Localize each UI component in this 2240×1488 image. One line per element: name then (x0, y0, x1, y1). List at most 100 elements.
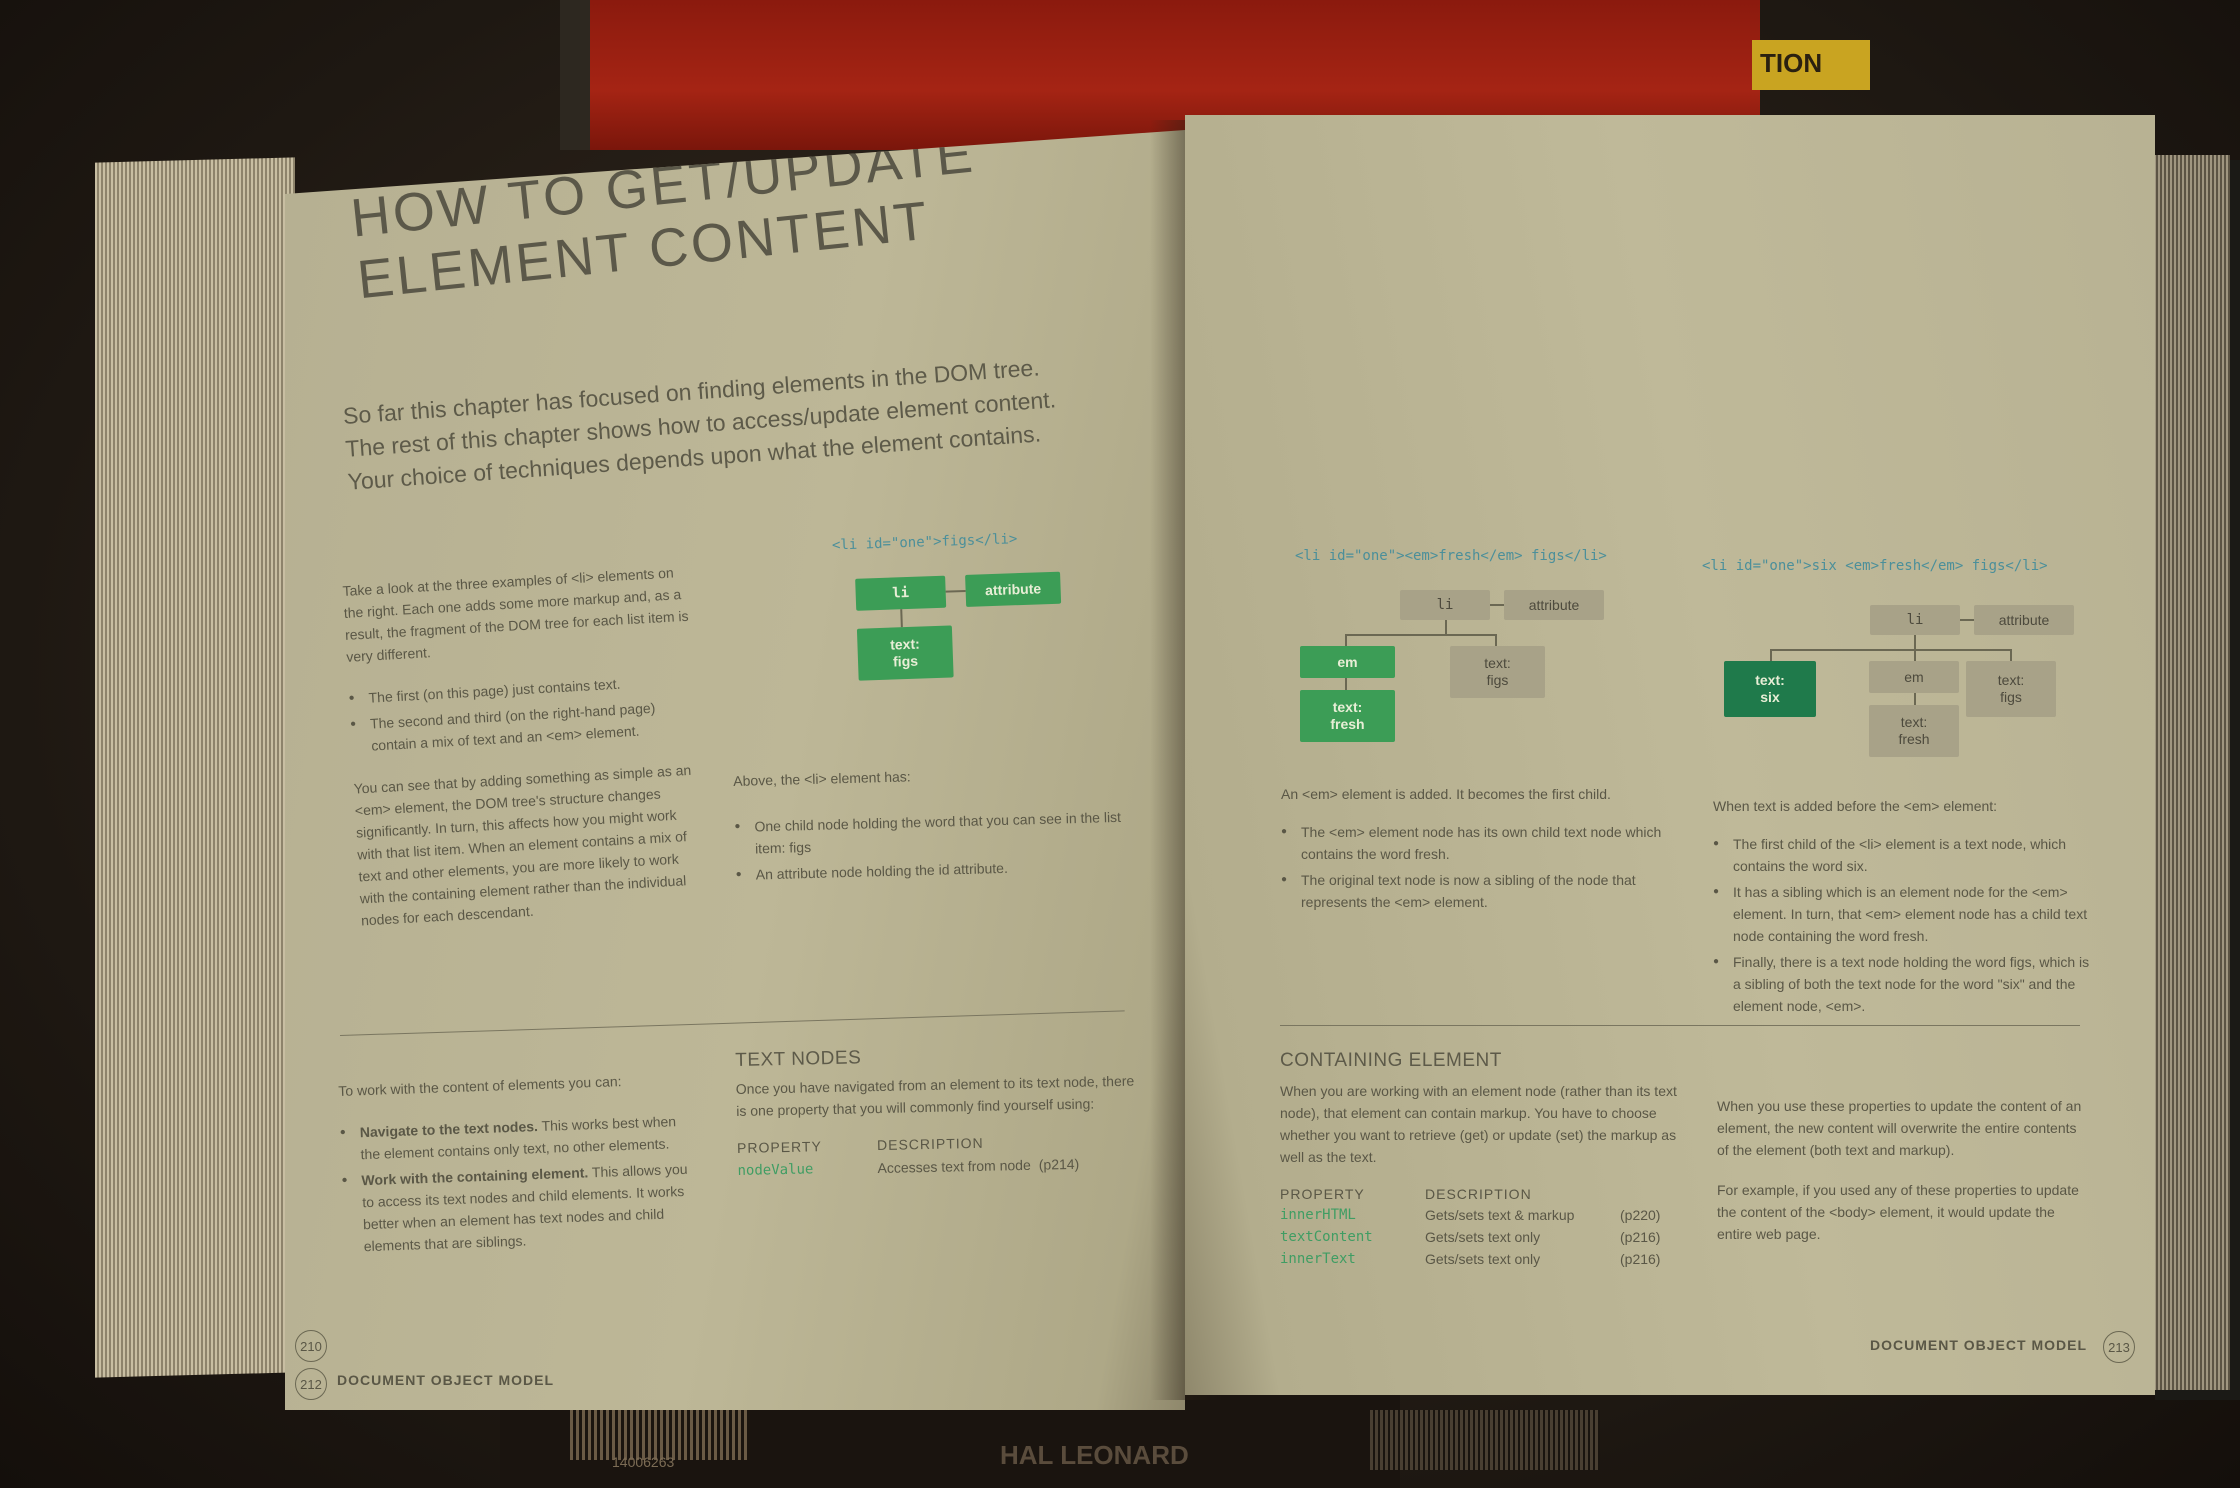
page-footer-label: DOCUMENT OBJECT MODEL (337, 1372, 554, 1388)
page-number: 213 (2103, 1331, 2135, 1363)
node-text-figs: text: figs (1966, 661, 2056, 717)
property-header: PROPERTY (1280, 1186, 1365, 1202)
dom-diagram-fresh-figs: <li id="one"><em>fresh</em> figs</li> li… (1285, 545, 1685, 745)
work-bullet-bold: Work with the containing element. (361, 1164, 589, 1189)
node-text-label: text: fresh (1330, 699, 1365, 732)
node-li: li (855, 575, 947, 611)
property-ref: (p220) (1620, 1207, 1661, 1223)
property-name: innerText (1280, 1251, 1356, 1267)
publisher-text: HAL LEONARD (1000, 1440, 1189, 1470)
barcode-secondary (1370, 1410, 1600, 1470)
connector (1345, 634, 1495, 636)
connector (945, 589, 966, 593)
example3-bullet: Finally, there is a text node holding th… (1713, 951, 2093, 1017)
node-text-label: text: figs (1997, 672, 2025, 705)
section-divider (1280, 1025, 2080, 1026)
property-name: innerHTML (1280, 1207, 1356, 1223)
right-page: <li id="one"><em>fresh</em> figs</li> li… (1185, 115, 2155, 1395)
node-text-fresh: text: fresh (1300, 690, 1395, 742)
page-number: 212 (295, 1368, 327, 1400)
node-em-label: em (1337, 653, 1358, 670)
node-em: em (1869, 661, 1959, 693)
work-bullet: Work with the containing element. This a… (341, 1158, 699, 1258)
dom-diagram-figs: <li id="one">figs</li> li attribute text… (812, 525, 1119, 735)
node-text-label: text: (889, 635, 921, 653)
page-footer-label: DOCUMENT OBJECT MODEL (1870, 1337, 2087, 1353)
above-bullet: One child node holding the word that you… (734, 806, 1135, 860)
photo-scene: TION 14006263 HAL LEONARD HOW TO GET/UPD… (0, 0, 2240, 1488)
explanation-column: Take a look at the three examples of <li… (342, 561, 706, 932)
example2-bullet: The <em> element node has its own child … (1281, 821, 1681, 865)
example2-bullet: The original text node is now a sibling … (1281, 869, 1681, 913)
section-divider (340, 1010, 1125, 1036)
containing-element-section: CONTAINING ELEMENT When you are working … (1280, 1050, 1690, 1270)
description-header: DESCRIPTION (876, 1134, 984, 1154)
property-desc: Gets/sets text & markup (1425, 1207, 1575, 1223)
example3-bullet: The first child of the <li> element is a… (1713, 833, 2093, 877)
node-attribute-label: attribute (1998, 611, 2050, 628)
node-attribute: attribute (1974, 605, 2074, 635)
connector (1770, 649, 1772, 661)
node-text-label: text: six (1755, 672, 1785, 705)
connector (1490, 604, 1504, 606)
connector (1770, 649, 2010, 651)
example2-notes: An <em> element is added. It becomes the… (1281, 783, 1681, 917)
dom-diagram-six-fresh-figs: <li id="one">six <em>fresh</em> figs</li… (1702, 555, 2102, 775)
connector (900, 609, 903, 628)
node-li-label: li (1436, 596, 1454, 613)
page-number-under: 210 (295, 1330, 327, 1362)
node-text-figs: text: figs (856, 625, 954, 681)
node-text-label: text: figs (1484, 655, 1511, 688)
explanation-paragraph: Take a look at the three examples of <li… (342, 564, 689, 665)
work-bullet-bold: Navigate to the text nodes. (359, 1118, 539, 1141)
property-name: textContent (1280, 1229, 1373, 1245)
property-row: innerHTML Gets/sets text & markup (p220) (1280, 1204, 1690, 1226)
property-ref: (p216) (1620, 1229, 1661, 1245)
node-li-label: li (1906, 611, 1924, 628)
diagram-code: <li id="one">six <em>fresh</em> figs</li… (1702, 558, 2048, 574)
connector (1495, 634, 1497, 646)
property-name: nodeValue (737, 1161, 814, 1179)
connector (1914, 635, 1916, 649)
above-column: Above, the <li> element has: One child n… (733, 760, 1136, 890)
work-bullet: Navigate to the text nodes. This works b… (339, 1110, 695, 1166)
connector (1445, 620, 1447, 634)
node-text-six: text: six (1724, 661, 1816, 717)
property-table-header: PROPERTY DESCRIPTION (1280, 1186, 1690, 1202)
description-header: DESCRIPTION (1425, 1186, 1532, 1202)
property-desc: Accesses text from node (877, 1156, 1031, 1177)
example3-notes: When text is added before the <em> eleme… (1713, 795, 2093, 1021)
connector (1345, 634, 1347, 646)
example3-bullet: It has a sibling which is an element nod… (1713, 881, 2093, 947)
node-text-fresh: text: fresh (1869, 705, 1959, 757)
connector (1345, 678, 1347, 690)
node-li: li (1400, 590, 1490, 620)
connector (2010, 649, 2012, 661)
node-text-label: text: fresh (1898, 714, 1930, 747)
diagram-code: <li id="one">figs</li> (831, 531, 1018, 554)
example2-caption: An <em> element is added. It becomes the… (1281, 786, 1611, 802)
update-notes: When you use these properties to update … (1717, 1095, 2087, 1245)
property-ref: (p214) (1038, 1155, 1080, 1173)
node-text-figs: text: figs (1450, 646, 1545, 698)
node-em-label: em (1904, 668, 1924, 685)
page-title: HOW TO GET/UPDATE ELEMENT CONTENT (348, 130, 985, 311)
example3-caption: When text is added before the <em> eleme… (1713, 798, 1998, 814)
text-nodes-section: TEXT NODES Once you have navigated from … (735, 1042, 1138, 1182)
node-li-label: li (891, 584, 910, 602)
page-stack-left (95, 157, 295, 1378)
text-nodes-heading: TEXT NODES (735, 1047, 862, 1071)
property-header: PROPERTY (736, 1138, 822, 1156)
property-row: textContent Gets/sets text only (p216) (1280, 1226, 1690, 1248)
barcode-number: 14006263 (612, 1454, 675, 1470)
node-attribute: attribute (1504, 590, 1604, 620)
connector (1914, 693, 1916, 705)
node-attribute: attribute (965, 571, 1062, 607)
property-row: innerText Gets/sets text only (p216) (1280, 1248, 1690, 1270)
connector (1914, 649, 1916, 661)
work-with-column: To work with the content of elements you… (338, 1068, 699, 1262)
left-page: HOW TO GET/UPDATE ELEMENT CONTENT So far… (285, 130, 1185, 1410)
node-em: em (1300, 646, 1395, 678)
property-ref: (p216) (1620, 1251, 1661, 1267)
connector (1960, 619, 1974, 621)
